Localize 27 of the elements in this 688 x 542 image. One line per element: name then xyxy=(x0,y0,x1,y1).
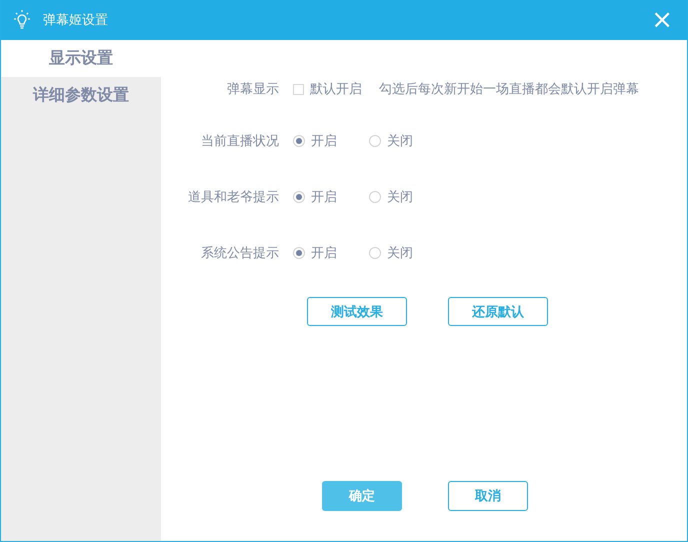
radio-label: 开启 xyxy=(311,133,337,150)
setting-label: 道具和老爷提示 xyxy=(187,189,279,206)
confirm-button[interactable]: 确定 xyxy=(322,481,402,511)
window-title: 弹幕姬设置 xyxy=(43,12,109,29)
sidebar-item[interactable]: 详细参数设置 xyxy=(1,77,161,114)
setting-label: 弹幕显示 xyxy=(226,81,279,98)
radio-button[interactable] xyxy=(369,191,381,203)
radio-button[interactable] xyxy=(369,247,381,259)
setting-label: 当前直播状况 xyxy=(200,133,279,150)
radio-label: 关闭 xyxy=(387,133,413,150)
action-button[interactable]: 还原默认 xyxy=(448,297,548,326)
checkbox-label: 默认开启 xyxy=(310,81,362,98)
radio-button[interactable] xyxy=(293,135,305,147)
radio-label: 开启 xyxy=(311,245,337,262)
action-button[interactable]: 测试效果 xyxy=(307,297,407,326)
radio-label: 开启 xyxy=(311,189,337,206)
setting-label: 系统公告提示 xyxy=(200,245,279,262)
radio-button[interactable] xyxy=(293,247,305,259)
cancel-button[interactable]: 取消 xyxy=(448,481,528,511)
close-button[interactable]: × xyxy=(647,7,677,33)
lightbulb-icon xyxy=(11,9,33,31)
radio-button[interactable] xyxy=(293,191,305,203)
checkbox[interactable] xyxy=(293,84,304,94)
radio-label: 关闭 xyxy=(387,245,413,262)
radio-label: 关闭 xyxy=(387,189,413,206)
hint-text: 勾选后每次新开始一场直播都会默认开启弹幕 xyxy=(379,81,639,98)
radio-button[interactable] xyxy=(369,135,381,147)
